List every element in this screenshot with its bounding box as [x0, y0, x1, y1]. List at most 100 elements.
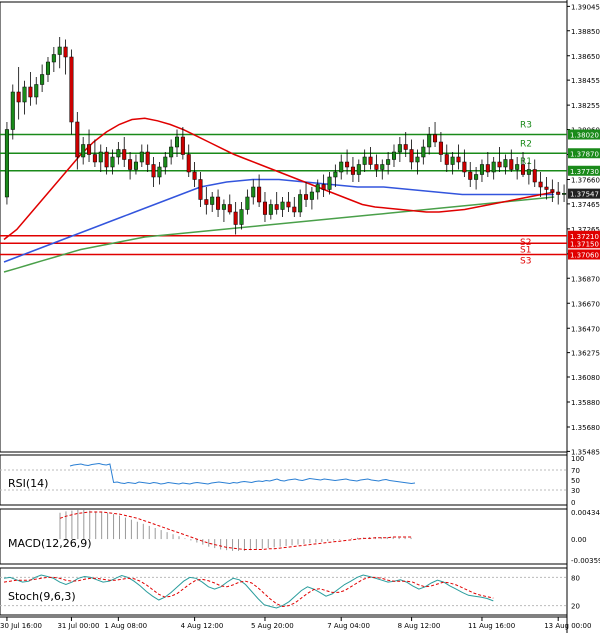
candle-body	[133, 161, 138, 170]
candle-body	[98, 151, 103, 163]
candle-body	[4, 129, 9, 198]
candle-body	[251, 186, 256, 198]
candle-body	[339, 161, 344, 173]
candle-body	[544, 186, 549, 190]
candle-body	[350, 166, 355, 175]
candle-body	[562, 193, 567, 195]
macd-tick-label: 0.00434	[571, 509, 600, 517]
candle-body	[521, 164, 526, 175]
candle-body	[145, 151, 150, 165]
time-tick-label: 4 Aug 12:00	[181, 622, 224, 630]
candle-body	[380, 164, 385, 170]
candle-body	[122, 149, 127, 160]
candle-body	[157, 166, 162, 178]
candle-body	[456, 156, 461, 163]
level-name-r3: R3	[520, 121, 532, 131]
candle-body	[174, 136, 180, 148]
candle-body	[198, 179, 203, 200]
time-tick-label: 8 Aug 12:00	[398, 622, 441, 630]
time-tick-label: 5 Aug 20:00	[251, 622, 294, 630]
chart-canvas: 1.39045 1.38850 1.38650 1.38455 1.38255 1.380…	[0, 0, 600, 633]
candle-body	[268, 204, 273, 215]
price-tick-label: 1.36870	[571, 275, 600, 283]
candle-body	[526, 169, 531, 175]
macd-title: MACD(12,26,9)	[8, 537, 92, 550]
candle-body	[485, 164, 490, 173]
candle-body	[292, 206, 297, 213]
stoch-tick-label: 20	[571, 603, 580, 611]
candle-body	[356, 164, 361, 175]
candle-body	[186, 154, 191, 173]
candle-body	[345, 161, 350, 168]
candle-body	[386, 159, 391, 165]
candle-body	[497, 161, 502, 168]
candle-body	[34, 84, 39, 98]
stoch-title: Stoch(9,6,3)	[8, 590, 76, 603]
candle-body	[515, 164, 520, 170]
candle-body	[262, 201, 267, 215]
candle-body	[169, 146, 174, 158]
candle-body	[28, 86, 33, 98]
level-name-r2: R2	[520, 139, 532, 149]
candle-body	[450, 156, 455, 165]
macd-tick-label: -0.003597	[571, 557, 600, 565]
candle-body	[75, 121, 80, 158]
candle-body	[327, 176, 332, 190]
time-tick-label: 31 Jul 00:00	[57, 622, 99, 630]
rsi-tick-label: 30	[571, 487, 580, 495]
level-name-s3: S3	[520, 257, 531, 267]
candle-body	[409, 149, 414, 163]
candle-body	[397, 144, 402, 153]
candle-body	[503, 159, 508, 168]
time-tick-label: 13 Aug 00:00	[544, 622, 591, 630]
candle-body	[63, 46, 68, 58]
candle-body	[556, 191, 561, 195]
candle-body	[81, 144, 86, 158]
candle-body	[257, 186, 262, 203]
candle-body	[462, 161, 467, 173]
candle-body	[532, 169, 537, 183]
price-tick-label: 1.36080	[571, 374, 600, 382]
candle-body	[274, 204, 279, 210]
candle-body	[22, 86, 27, 103]
candle-body	[151, 164, 156, 178]
current-price-label: 1.37547	[570, 191, 599, 199]
candle-body	[391, 151, 397, 160]
candle-body	[298, 194, 303, 213]
candle-body	[315, 184, 320, 193]
forex-chart: 1.39045 1.38850 1.38650 1.38455 1.38255 1.380…	[0, 0, 600, 633]
candle-body	[479, 164, 484, 175]
candle-body	[468, 171, 473, 180]
price-tick-label: 1.36670	[571, 300, 600, 308]
candle-body	[491, 161, 496, 173]
rsi-tick-label: 100	[571, 455, 584, 463]
candle-body	[374, 164, 379, 170]
level-price-label-s2: 1.37210	[570, 233, 599, 241]
price-tick-label: 1.38255	[571, 102, 600, 110]
candle-body	[362, 156, 367, 165]
rsi-tick-label: 0	[571, 499, 575, 507]
price-tick-label: 1.38650	[571, 53, 600, 61]
candle-body	[163, 156, 168, 168]
candle-body	[227, 204, 232, 213]
level-price-label-r3: 1.38020	[570, 132, 599, 140]
candle-body	[116, 149, 121, 158]
rsi-title: RSI(14)	[8, 477, 48, 490]
time-tick-label: 11 Aug 16:00	[468, 622, 515, 630]
price-tick-label: 1.37465	[571, 201, 600, 209]
candle-body	[110, 156, 115, 168]
candle-body	[474, 174, 479, 180]
candle-body	[69, 56, 74, 123]
candle-body	[444, 154, 449, 165]
candle-body	[368, 156, 373, 165]
candle-body	[221, 204, 226, 210]
candle	[4, 122, 9, 205]
candle-body	[415, 156, 420, 163]
candle-body	[204, 199, 209, 205]
candle-body	[550, 189, 555, 193]
candle-body	[538, 181, 543, 188]
price-tick-label: 1.35680	[571, 424, 600, 432]
price-tick-label: 1.38455	[571, 77, 600, 85]
macd-tick-label: 0.00	[571, 536, 587, 544]
candle-body	[239, 209, 244, 225]
